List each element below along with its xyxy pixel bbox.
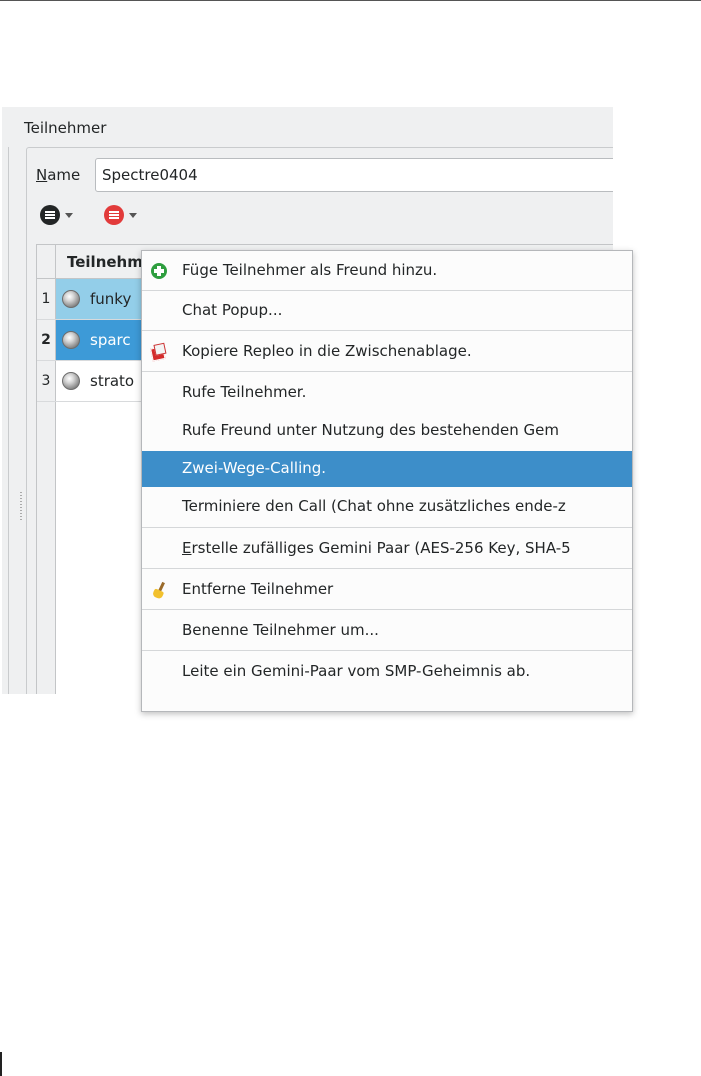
menu-item-label: Leite ein Gemini-Paar vom SMP-Geheimnis … [182, 662, 531, 680]
menu-item-label: Rufe Freund unter Nutzung des bestehende… [182, 421, 560, 439]
row-number: 1 [37, 279, 56, 319]
offline-ball-icon [62, 372, 80, 390]
add-friend-icon [150, 262, 168, 280]
toolbar-menu-button[interactable] [40, 203, 73, 227]
splitter[interactable] [2, 147, 9, 694]
row-number: 3 [37, 361, 56, 401]
row-number: 2 [37, 320, 56, 360]
menu-item-label: Zwei-Wege-Calling. [182, 459, 327, 477]
menu-item-call-friend-existing[interactable]: Rufe Freund unter Nutzung des bestehende… [142, 413, 632, 449]
broom-icon [150, 581, 168, 600]
menu-item-call-participant[interactable]: Rufe Teilnehmer. [142, 375, 632, 411]
menu-item-terminate-call[interactable]: Terminiere den Call (Chat ohne zusätzlic… [142, 489, 632, 525]
name-label-mnemonic: N [36, 166, 48, 184]
menu-item-derive-gemini-pair[interactable]: Leite ein Gemini-Paar vom SMP-Geheimnis … [142, 654, 632, 690]
list-red-icon [104, 205, 124, 225]
chevron-down-icon [65, 212, 73, 218]
offline-ball-icon [62, 290, 80, 308]
menu-item-label: Kopiere Repleo in die Zwischenablage. [182, 342, 472, 360]
participant-name: strato [90, 372, 135, 390]
top-rule [0, 0, 701, 1]
menu-item-label: Chat Popup... [182, 301, 283, 319]
name-input[interactable] [95, 158, 613, 192]
context-menu: Füge Teilnehmer als Freund hinzu. Chat P… [141, 250, 633, 712]
menu-item-copy-repleo[interactable]: Kopiere Repleo in die Zwischenablage. [142, 334, 632, 370]
menu-item-label: Terminiere den Call (Chat ohne zusätzlic… [182, 497, 566, 515]
participant-name: funky [90, 290, 132, 308]
menu-item-remove-participant[interactable]: Entferne Teilnehmer [142, 572, 632, 608]
copy-icon [150, 342, 168, 362]
menu-item-label: Füge Teilnehmer als Freund hinzu. [182, 261, 438, 279]
panel-title: Teilnehmer [24, 119, 107, 137]
menu-item-chat-popup[interactable]: Chat Popup... [142, 293, 632, 329]
list-dark-icon [40, 205, 60, 225]
toolbar-status-button[interactable] [104, 203, 137, 227]
menu-item-label: Benenne Teilnehmer um... [182, 621, 379, 639]
menu-item-label: Erstelle zufälliges Gemini Paar (AES-256… [182, 539, 571, 557]
participant-name: sparc [90, 331, 131, 349]
menu-item-label: Rufe Teilnehmer. [182, 383, 307, 401]
menu-item-rename-participant[interactable]: Benenne Teilnehmer um... [142, 613, 632, 649]
menu-item-create-gemini-pair[interactable]: Erstelle zufälliges Gemini Paar (AES-256… [142, 531, 632, 567]
menu-item-add-friend[interactable]: Füge Teilnehmer als Freund hinzu. [142, 253, 632, 289]
offline-ball-icon [62, 331, 80, 349]
table-corner[interactable] [37, 245, 56, 278]
menu-item-label: Entferne Teilnehmer [182, 580, 334, 598]
name-label: Name [36, 166, 80, 184]
menu-item-two-way-calling[interactable]: Zwei-Wege-Calling. [142, 451, 632, 487]
menu-item-label-rest: rstelle zufälliges Gemini Paar (AES-256 … [191, 539, 571, 557]
page-edge-mark [0, 1052, 2, 1076]
splitter-grip[interactable] [20, 492, 22, 522]
name-label-rest: ame [47, 166, 81, 184]
chevron-down-icon [129, 212, 137, 218]
